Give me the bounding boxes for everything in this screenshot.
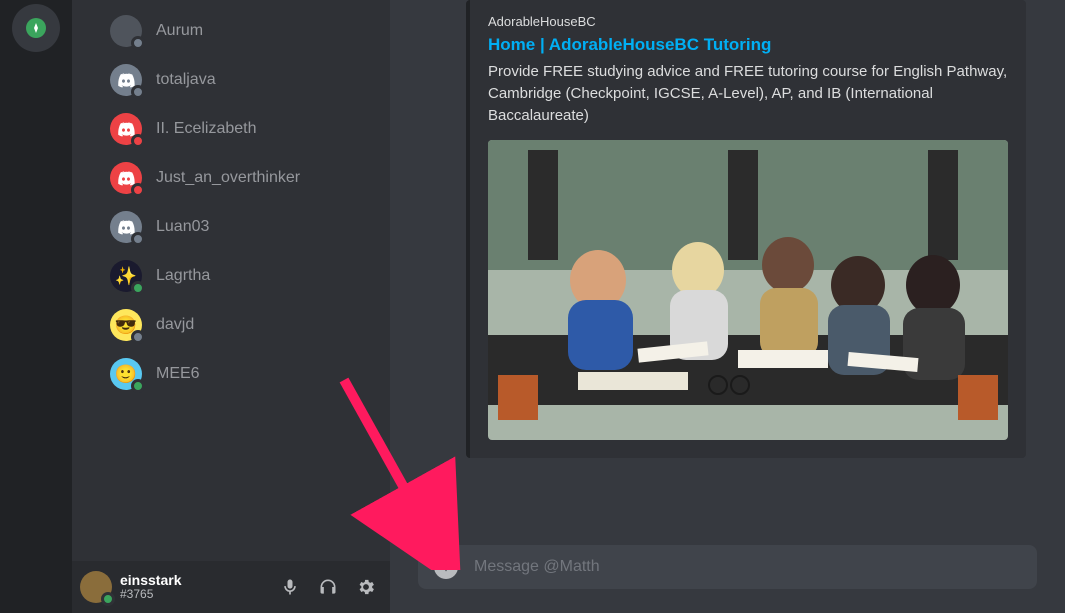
settings-button[interactable] [350, 571, 382, 603]
embed-title-link[interactable]: Home | AdorableHouseBC Tutoring [488, 35, 1008, 55]
status-dot [131, 379, 145, 393]
self-avatar[interactable] [80, 571, 112, 603]
self-status-dot [101, 592, 115, 606]
attach-button[interactable] [434, 555, 458, 579]
deafen-button[interactable] [312, 571, 344, 603]
chat-scroll-area[interactable]: AdorableHouseBC Home | AdorableHouseBC T… [390, 0, 1065, 545]
member-avatar: 😎 [110, 309, 142, 341]
server-explore-button[interactable] [12, 4, 60, 52]
channels-column: Aurum totaljava II. Ecelizabeth Just_an_ove… [72, 0, 390, 613]
compass-icon [24, 16, 48, 40]
member-item[interactable]: ✨ Lagrtha [102, 254, 382, 298]
embed-description: Provide FREE studying advice and FREE tu… [488, 61, 1008, 126]
servers-column [0, 0, 72, 613]
message-embed: AdorableHouseBC Home | AdorableHouseBC T… [466, 0, 1026, 458]
member-avatar [110, 113, 142, 145]
main-column: AdorableHouseBC Home | AdorableHouseBC T… [390, 0, 1065, 613]
member-name: totaljava [156, 71, 216, 89]
status-dot [131, 232, 145, 246]
member-name: Just_an_overthinker [156, 169, 300, 187]
embed-image[interactable] [488, 140, 1008, 440]
gear-icon [356, 577, 376, 597]
member-avatar [110, 15, 142, 47]
composer-area [390, 545, 1065, 613]
message-composer[interactable] [418, 545, 1037, 589]
member-name: davjd [156, 316, 194, 334]
status-dot [131, 134, 145, 148]
member-item[interactable]: II. Ecelizabeth [102, 107, 382, 151]
study-photo-icon [488, 140, 1008, 440]
mute-button[interactable] [274, 571, 306, 603]
user-panel-controls [274, 571, 382, 603]
user-panel: einsstark #3765 [72, 561, 390, 613]
member-item[interactable]: totaljava [102, 58, 382, 102]
member-item[interactable]: Aurum [102, 9, 382, 53]
microphone-icon [280, 577, 300, 597]
headphones-icon [318, 577, 338, 597]
status-dot [131, 183, 145, 197]
member-name: Aurum [156, 22, 203, 40]
member-name: II. Ecelizabeth [156, 120, 257, 138]
member-item[interactable]: 😎 davjd [102, 303, 382, 347]
member-item[interactable]: Luan03 [102, 205, 382, 249]
message-input[interactable] [474, 558, 1021, 576]
member-item[interactable]: 🙂 MEE6 [102, 352, 382, 396]
member-avatar [110, 211, 142, 243]
self-username: einsstark [120, 573, 274, 588]
plus-icon [439, 560, 453, 574]
member-list: Aurum totaljava II. Ecelizabeth Just_an_ove… [72, 0, 390, 561]
member-name: Lagrtha [156, 267, 210, 285]
member-avatar [110, 64, 142, 96]
status-dot [131, 85, 145, 99]
member-avatar: ✨ [110, 260, 142, 292]
member-item[interactable]: Just_an_overthinker [102, 156, 382, 200]
member-avatar [110, 162, 142, 194]
status-dot [131, 330, 145, 344]
self-info[interactable]: einsstark #3765 [120, 573, 274, 602]
member-name: Luan03 [156, 218, 209, 236]
member-name: MEE6 [156, 365, 200, 383]
self-tag: #3765 [120, 588, 274, 601]
embed-site-name: AdorableHouseBC [488, 14, 1008, 29]
member-avatar: 🙂 [110, 358, 142, 390]
status-dot [131, 281, 145, 295]
status-dot [131, 36, 145, 50]
